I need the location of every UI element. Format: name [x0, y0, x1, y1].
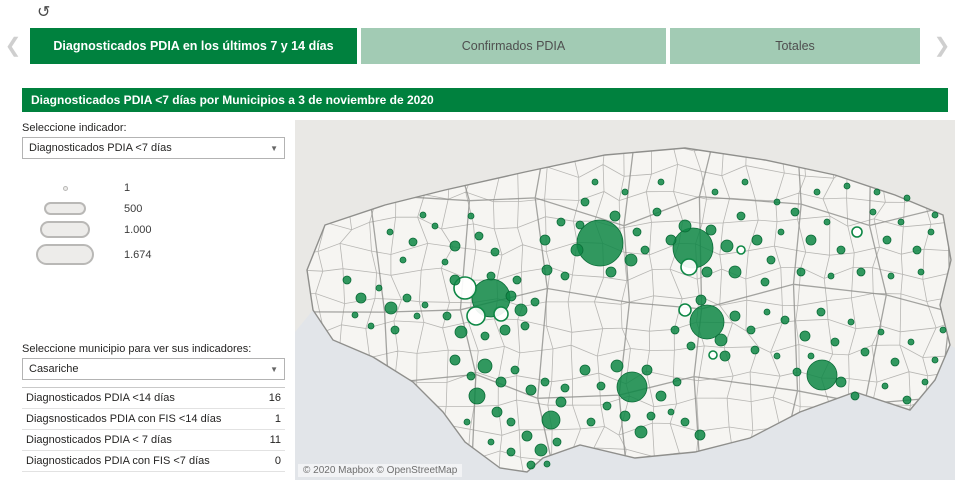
row-value: 11 [269, 434, 281, 446]
chevron-down-icon: ▼ [270, 143, 278, 153]
tabs-scroll-left-icon[interactable]: ❮ [0, 28, 26, 64]
indicator-select[interactable]: Diagnosticados PDIA <7 días ▼ [22, 137, 285, 159]
table-row: Diagnosticados PDIA < 7 días 11 [22, 430, 285, 451]
municipality-select-label: Seleccione municipio para ver sus indica… [22, 343, 252, 355]
refresh-icon[interactable]: ↺ [37, 2, 50, 22]
indicators-table: Diagnosticados PDIA <14 días 16 Diagsnos… [22, 387, 285, 472]
tab-bar: ❮ Diagnosticados PDIA en los últimos 7 y… [0, 28, 955, 64]
table-row: Diagsnosticados PDIA con FIS <14 días 1 [22, 409, 285, 430]
legend-value: 500 [124, 202, 143, 215]
tab-confirmados-pdia[interactable]: Confirmados PDIA [361, 28, 666, 64]
legend-size-bubble [62, 185, 68, 191]
map-svg [295, 120, 955, 480]
row-label: Diagnosticados PDIA con FIS <7 días [26, 455, 210, 467]
map[interactable]: © 2020 Mapbox © OpenStreetMap [295, 120, 955, 480]
indicator-select-label: Seleccione indicador: [22, 122, 127, 134]
row-value: 0 [274, 455, 281, 467]
legend-item: 1.674 [22, 244, 152, 265]
legend-item: 500 [22, 202, 152, 215]
row-value: 16 [268, 392, 281, 404]
table-row: Diagnosticados PDIA con FIS <7 días 0 [22, 451, 285, 472]
legend-size-bubble [40, 221, 90, 238]
size-legend: 1 500 1.000 1.674 [22, 182, 152, 265]
legend-value: 1 [124, 182, 131, 194]
legend-value: 1.674 [124, 248, 152, 261]
indicator-select-value: Diagnosticados PDIA <7 días [29, 142, 172, 154]
tabs-scroll-right-icon[interactable]: ❯ [929, 28, 955, 64]
chevron-down-icon: ▼ [270, 364, 278, 374]
municipality-select[interactable]: Casariche ▼ [22, 358, 285, 380]
table-row: Diagnosticados PDIA <14 días 16 [22, 388, 285, 409]
tab-totales[interactable]: Totales [670, 28, 920, 64]
legend-item: 1.000 [22, 221, 152, 238]
municipality-panel: Seleccione municipio para ver sus indica… [22, 341, 285, 472]
row-value: 1 [274, 413, 281, 425]
page-title: Diagnosticados PDIA <7 días por Municipi… [22, 88, 948, 112]
municipality-select-value: Casariche [29, 363, 79, 375]
row-label: Diagnosticados PDIA <14 días [26, 392, 175, 404]
tab-diagnosticados-pdia-7-14[interactable]: Diagnosticados PDIA en los últimos 7 y 1… [30, 28, 357, 64]
legend-size-bubble [36, 244, 94, 265]
legend-value: 1.000 [124, 223, 152, 236]
legend-item: 1 [22, 182, 152, 194]
row-label: Diagnosticados PDIA < 7 días [26, 434, 172, 446]
row-label: Diagsnosticados PDIA con FIS <14 días [26, 413, 222, 425]
legend-size-bubble [44, 202, 86, 215]
map-attribution[interactable]: © 2020 Mapbox © OpenStreetMap [298, 464, 463, 477]
sidebar: Seleccione indicador: Diagnosticados PDI… [22, 120, 285, 480]
